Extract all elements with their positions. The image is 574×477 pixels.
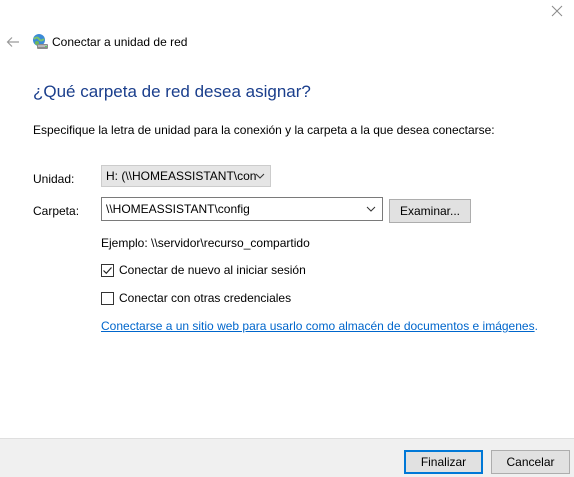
website-connection-link-row: Conectarse a un sitio web para usarlo co… xyxy=(101,319,538,333)
reconnect-checkbox[interactable] xyxy=(101,263,114,277)
browse-button[interactable]: Examinar... xyxy=(389,199,471,223)
finish-button[interactable]: Finalizar xyxy=(404,450,483,474)
folder-input[interactable]: \\HOMEASSISTANT\config xyxy=(101,197,383,221)
drive-label: Unidad: xyxy=(33,172,75,186)
folder-label: Carpeta: xyxy=(33,204,80,218)
back-arrow-icon xyxy=(6,37,19,47)
dialog-title: Conectar a unidad de red xyxy=(52,35,188,49)
dialog-footer: Finalizar Cancelar xyxy=(0,438,574,477)
dialog-header: Conectar a unidad de red xyxy=(0,28,574,56)
checkmark-icon xyxy=(103,266,112,274)
page-title: ¿Qué carpeta de red desea asignar? xyxy=(33,82,311,101)
back-button[interactable] xyxy=(3,32,23,52)
network-drive-icon xyxy=(33,34,48,49)
link-suffix: . xyxy=(534,319,538,333)
chevron-down-icon xyxy=(254,169,266,183)
other-credentials-checkbox[interactable] xyxy=(101,291,114,305)
drive-select-value: H: (\\HOMEASSISTANT\con xyxy=(106,169,257,183)
drive-select[interactable]: H: (\\HOMEASSISTANT\con xyxy=(101,165,271,187)
other-credentials-checkbox-label: Conectar con otras credenciales xyxy=(119,291,292,305)
finish-button-label: Finalizar xyxy=(420,455,467,469)
cancel-button[interactable]: Cancelar xyxy=(491,450,570,474)
website-connection-link[interactable]: Conectarse a un sitio web para usarlo co… xyxy=(101,319,535,333)
close-button[interactable] xyxy=(546,2,568,20)
example-text: Ejemplo: \\servidor\recurso_compartido xyxy=(101,236,310,250)
reconnect-checkbox-row[interactable]: Conectar de nuevo al iniciar sesión xyxy=(101,262,306,278)
cancel-button-label: Cancelar xyxy=(506,455,555,469)
chevron-down-icon[interactable] xyxy=(365,202,377,216)
browse-button-label: Examinar... xyxy=(399,204,461,218)
close-icon xyxy=(551,5,563,17)
instructions-text: Especifique la letra de unidad para la c… xyxy=(33,123,495,137)
title-bar xyxy=(0,0,574,24)
folder-input-value: \\HOMEASSISTANT\config xyxy=(106,202,250,216)
credentials-checkbox-row[interactable]: Conectar con otras credenciales xyxy=(101,290,291,306)
reconnect-checkbox-label: Conectar de nuevo al iniciar sesión xyxy=(119,263,306,277)
